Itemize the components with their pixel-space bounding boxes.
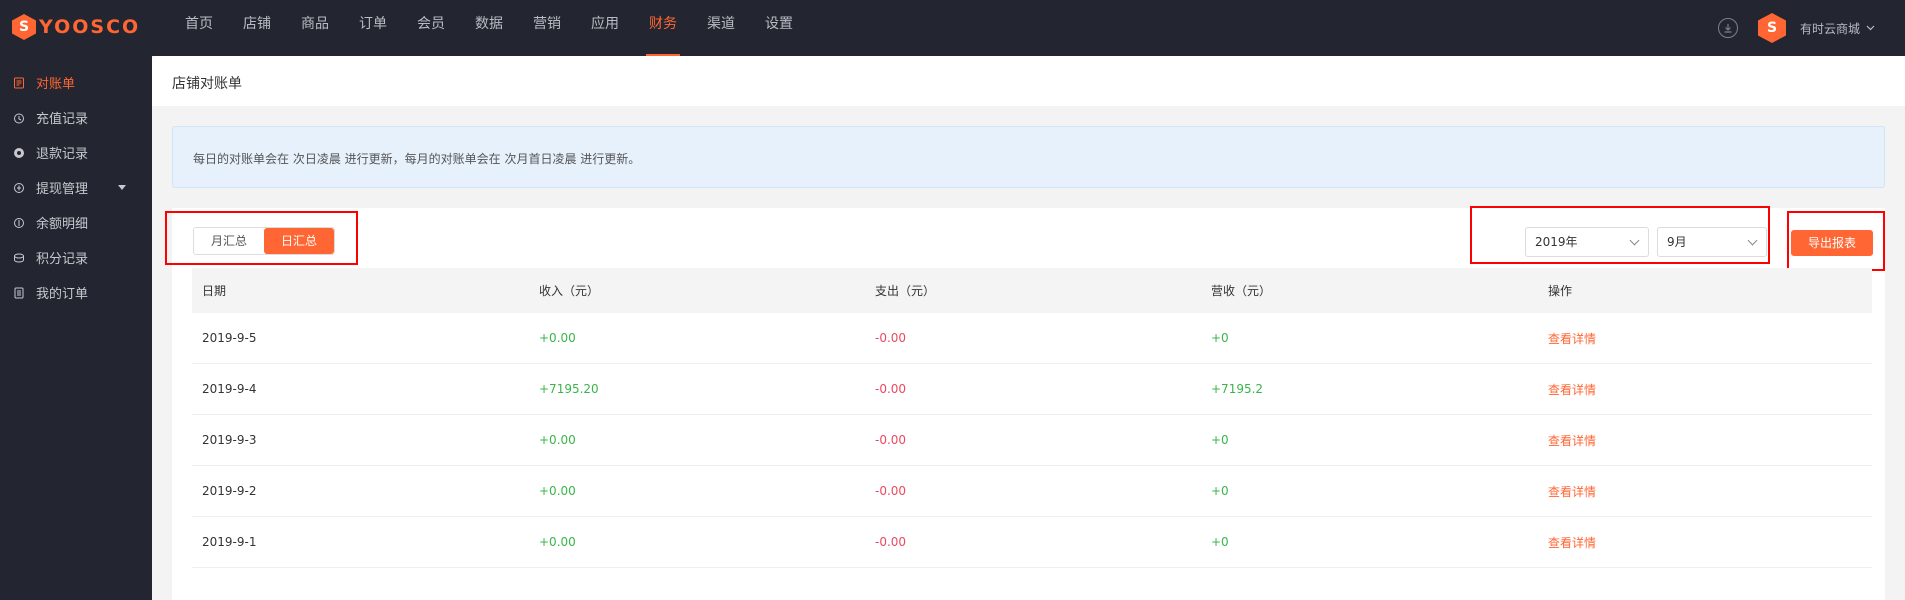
statement-icon	[12, 76, 26, 90]
chevron-down-icon	[1747, 235, 1758, 246]
nav-item-marketing[interactable]: 营销	[518, 0, 576, 56]
sidebar-item-withdraw[interactable]: 提现管理	[0, 170, 152, 205]
date-cell: 2019-9-4	[202, 382, 257, 396]
sidebar-item-points[interactable]: 积分记录	[0, 240, 152, 275]
income-cell: +7195.20	[539, 382, 599, 396]
view-details-link[interactable]: 查看详情	[1538, 483, 1872, 500]
income-cell: +0.00	[539, 433, 576, 447]
expense-cell: -0.00	[875, 433, 907, 447]
revenue-cell: +0	[1211, 433, 1229, 447]
orders-icon	[12, 286, 26, 300]
table-row: 2019-9-4 +7195.20 -0.00 +7195.2 查看详情	[192, 364, 1872, 415]
date-cell: 2019-9-2	[202, 484, 257, 498]
sidebar-item-recharge[interactable]: 充值记录	[0, 100, 152, 135]
table-row: 2019-9-5 +0.00 -0.00 +0 查看详情	[192, 313, 1872, 364]
daily-summary-tab[interactable]: 日汇总	[264, 228, 334, 254]
revenue-cell: +0	[1211, 331, 1229, 345]
year-select-value: 2019年	[1535, 235, 1578, 249]
statement-table: 日期 收入（元） 支出（元） 营收（元） 操作 2019-9-5 +0.00 -…	[192, 268, 1872, 568]
month-select-value: 9月	[1667, 235, 1687, 249]
income-cell: +0.00	[539, 535, 576, 549]
nav-item-home[interactable]: 首页	[170, 0, 228, 56]
chevron-down-icon	[1629, 235, 1640, 246]
sidebar-item-label: 充值记录	[36, 112, 89, 127]
view-details-link[interactable]: 查看详情	[1538, 432, 1872, 449]
nav-item-members[interactable]: 会员	[402, 0, 460, 56]
main-content: 店铺对账单 每日的对账单会在 次日凌晨 进行更新，每月的对账单会在 次月首日凌晨…	[152, 56, 1905, 600]
summary-toggle: 月汇总 日汇总	[193, 227, 335, 255]
sidebar-item-label: 余额明细	[36, 217, 89, 232]
nav-item-channels[interactable]: 渠道	[692, 0, 750, 56]
income-cell: +0.00	[539, 484, 576, 498]
sidebar-item-label: 提现管理	[36, 182, 89, 197]
expense-cell: -0.00	[875, 331, 907, 345]
nav-item-finance[interactable]: 财务	[634, 0, 692, 56]
expense-cell: -0.00	[875, 382, 907, 396]
refund-icon	[12, 146, 26, 160]
sidebar-item-my-orders[interactable]: 我的订单	[0, 275, 152, 310]
revenue-cell: +0	[1211, 535, 1229, 549]
withdraw-icon	[12, 181, 26, 195]
notice-text: 每日的对账单会在 次日凌晨 进行更新，每月的对账单会在 次月首日凌晨 进行更新。	[193, 152, 641, 166]
year-select[interactable]: 2019年	[1525, 227, 1649, 257]
nav-item-settings[interactable]: 设置	[750, 0, 808, 56]
download-icon[interactable]	[1717, 18, 1738, 38]
expense-cell: -0.00	[875, 535, 907, 549]
view-details-link[interactable]: 查看详情	[1538, 330, 1872, 347]
date-cell: 2019-9-1	[202, 535, 257, 549]
table-row: 2019-9-2 +0.00 -0.00 +0 查看详情	[192, 466, 1872, 517]
sidebar-item-label: 积分记录	[36, 252, 89, 267]
notice-banner: 每日的对账单会在 次日凌晨 进行更新，每月的对账单会在 次月首日凌晨 进行更新。	[172, 126, 1885, 188]
sidebar: 对账单 充值记录 退款记录 提现管理 余额明细 积分记录 我的订单	[0, 56, 152, 600]
page-header: 店铺对账单	[152, 56, 1905, 106]
nav-item-orders[interactable]: 订单	[344, 0, 402, 56]
view-details-link[interactable]: 查看详情	[1538, 534, 1872, 551]
nav-item-apps[interactable]: 应用	[576, 0, 634, 56]
view-details-link[interactable]: 查看详情	[1538, 381, 1872, 398]
income-cell: +0.00	[539, 331, 576, 345]
export-report-button[interactable]: 导出报表	[1791, 230, 1873, 256]
table-header: 日期 收入（元） 支出（元） 营收（元） 操作	[192, 268, 1872, 313]
table-row: 2019-9-3 +0.00 -0.00 +0 查看详情	[192, 415, 1872, 466]
month-select[interactable]: 9月	[1657, 227, 1767, 257]
chevron-down-icon[interactable]	[1866, 25, 1875, 31]
avatar[interactable]: S	[1757, 13, 1786, 43]
top-bar: S YOOSCO 首页 店铺 商品 订单 会员 数据 营销 应用 财务 渠道 设…	[0, 0, 1905, 56]
sidebar-item-label: 我的订单	[36, 287, 89, 302]
statement-card: 月汇总 日汇总 2019年 9月 导出报表 日期 收入（元） 支出（元） 营收（…	[165, 206, 1885, 600]
column-header-revenue: 营收（元）	[1211, 284, 1272, 298]
logo[interactable]: S YOOSCO	[12, 12, 140, 42]
user-area: S 有时云商城	[1717, 13, 1875, 43]
sidebar-item-statement[interactable]: 对账单	[0, 65, 152, 100]
sidebar-item-refund[interactable]: 退款记录	[0, 135, 152, 170]
column-header-expense: 支出（元）	[875, 284, 936, 298]
caret-down-icon[interactable]	[118, 185, 126, 190]
revenue-cell: +0	[1211, 484, 1229, 498]
table-row: 2019-9-1 +0.00 -0.00 +0 查看详情	[192, 517, 1872, 568]
nav-item-data[interactable]: 数据	[460, 0, 518, 56]
points-icon	[12, 251, 26, 265]
page-title: 店铺对账单	[172, 76, 242, 92]
nav-item-store[interactable]: 店铺	[228, 0, 286, 56]
logo-text: YOOSCO	[39, 16, 141, 38]
date-cell: 2019-9-3	[202, 433, 257, 447]
shop-name[interactable]: 有时云商城	[1800, 20, 1860, 37]
sidebar-item-label: 退款记录	[36, 147, 89, 162]
revenue-cell: +7195.2	[1211, 382, 1264, 396]
logo-mark-icon: S	[12, 14, 36, 40]
monthly-summary-tab[interactable]: 月汇总	[194, 228, 264, 254]
column-header-action: 操作	[1548, 284, 1573, 298]
balance-icon	[12, 216, 26, 230]
nav-item-products[interactable]: 商品	[286, 0, 344, 56]
recharge-icon	[12, 111, 26, 125]
date-cell: 2019-9-5	[202, 331, 257, 345]
sidebar-item-balance[interactable]: 余额明细	[0, 205, 152, 240]
main-nav: 首页 店铺 商品 订单 会员 数据 营销 应用 财务 渠道 设置	[170, 0, 808, 56]
column-header-date: 日期	[202, 284, 227, 298]
sidebar-item-label: 对账单	[36, 77, 76, 92]
expense-cell: -0.00	[875, 484, 907, 498]
column-header-income: 收入（元）	[539, 284, 600, 298]
